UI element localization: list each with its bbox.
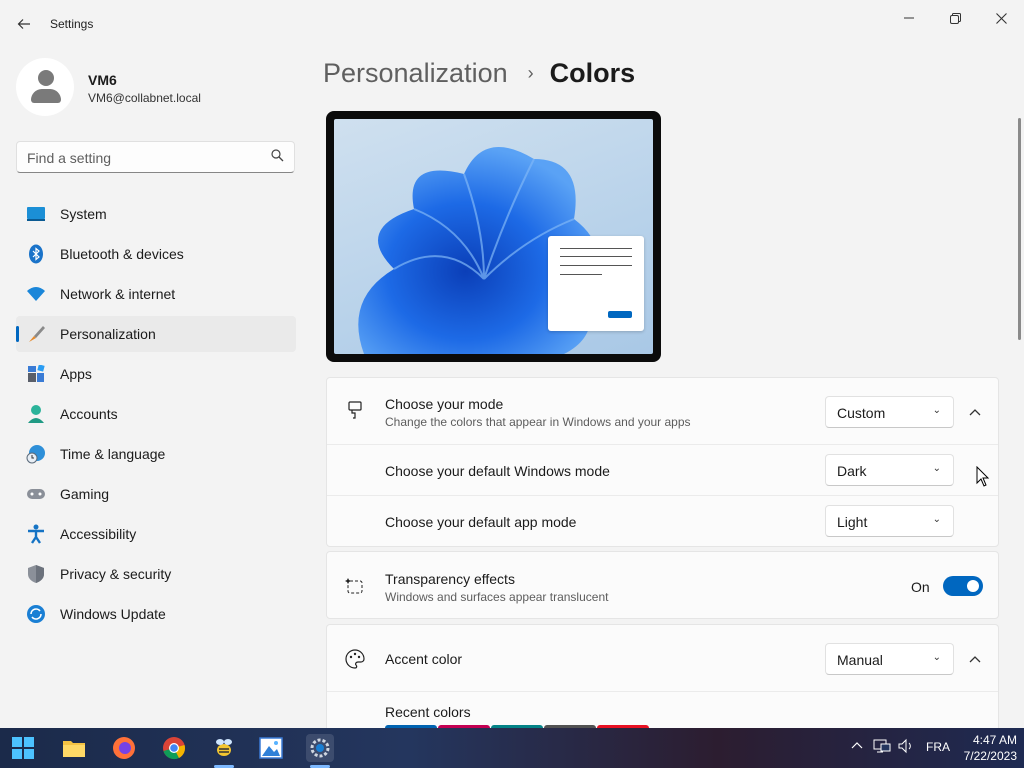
settings-icon[interactable] — [306, 734, 334, 762]
language-indicator[interactable]: FRA — [926, 740, 950, 754]
sidebar-item-system[interactable]: System — [16, 196, 296, 232]
taskbar: FRA 4:47 AM 7/22/2023 — [0, 728, 1024, 768]
transparency-subtitle: Windows and surfaces appear translucent — [385, 590, 609, 604]
minimize-icon — [904, 17, 914, 19]
app-mode-label: Choose your default app mode — [385, 514, 577, 530]
bluetooth-icon — [26, 244, 46, 264]
accent-dropdown[interactable]: Manual ⌄ — [825, 643, 954, 675]
windows-mode-dropdown[interactable]: Dark ⌄ — [825, 454, 954, 486]
mode-dropdown[interactable]: Custom ⌄ — [825, 396, 954, 428]
wifi-icon — [26, 284, 46, 304]
chevron-up-icon[interactable] — [851, 739, 863, 754]
collapse-chevron-icon[interactable] — [965, 402, 985, 422]
close-icon — [995, 12, 1007, 24]
close-button[interactable] — [978, 4, 1024, 32]
person-icon — [26, 404, 46, 424]
avatar — [16, 58, 74, 116]
paint-bucket-icon — [345, 400, 365, 420]
title-bar: Settings — [0, 0, 1024, 48]
sidebar-item-accessibility[interactable]: Accessibility — [16, 516, 296, 552]
maximize-button[interactable] — [932, 4, 978, 32]
system-icon — [26, 204, 46, 224]
accent-color-title: Accent color — [385, 651, 463, 667]
transparency-icon — [345, 576, 365, 596]
search-placeholder: Find a setting — [27, 150, 112, 166]
mode-card: Choose your mode Change the colors that … — [326, 377, 999, 547]
start-icon[interactable] — [9, 734, 37, 762]
network-icon[interactable] — [873, 738, 891, 757]
update-icon — [26, 604, 46, 624]
sidebar-item-bluetooth[interactable]: Bluetooth & devices — [16, 236, 296, 272]
accent-color-row[interactable]: Accent color Manual ⌄ — [327, 625, 998, 692]
sidebar-item-network[interactable]: Network & internet — [16, 276, 296, 312]
palette-icon — [345, 649, 365, 669]
collapse-chevron-icon[interactable] — [965, 649, 985, 669]
sidebar-item-apps[interactable]: Apps — [16, 356, 296, 392]
bee-app-icon[interactable] — [210, 734, 238, 762]
choose-mode-row[interactable]: Choose your mode Change the colors that … — [327, 378, 998, 445]
volume-icon[interactable] — [898, 738, 914, 757]
search-icon — [271, 149, 284, 165]
breadcrumb-parent[interactable]: Personalization — [323, 58, 508, 89]
choose-mode-title: Choose your mode — [385, 396, 504, 412]
shield-icon — [26, 564, 46, 584]
file-explorer-icon[interactable] — [60, 734, 88, 762]
chevron-down-icon: ⌄ — [932, 514, 941, 525]
photo-app-icon[interactable] — [257, 734, 285, 762]
app-title: Settings — [50, 17, 94, 31]
accent-card: Accent color Manual ⌄ Recent colors — [326, 624, 999, 734]
transparency-card: Transparency effects Windows and surface… — [326, 551, 999, 619]
recent-colors-label: Recent colors — [385, 704, 471, 720]
user-profile[interactable]: VM6 VM6@collabnet.local — [16, 58, 296, 118]
taskbar-clock[interactable]: 4:47 AM 7/22/2023 — [955, 732, 1017, 764]
breadcrumb: Personalization › Colors — [323, 58, 635, 89]
search-input[interactable]: Find a setting — [16, 141, 295, 173]
app-mode-dropdown[interactable]: Light ⌄ — [825, 505, 954, 537]
sidebar-item-privacy[interactable]: Privacy & security — [16, 556, 296, 592]
windows-mode-row: Choose your default Windows mode Dark ⌄ — [327, 445, 998, 496]
gamepad-icon — [26, 484, 46, 504]
apps-icon — [26, 364, 46, 384]
transparency-toggle[interactable] — [943, 576, 983, 596]
chevron-down-icon: ⌄ — [932, 463, 941, 474]
preview-window — [548, 236, 644, 331]
clock-date: 7/22/2023 — [963, 749, 1017, 763]
sidebar-item-time-language[interactable]: Time & language — [16, 436, 296, 472]
transparency-title: Transparency effects — [385, 571, 515, 587]
firefox-icon[interactable] — [110, 734, 138, 762]
minimize-button[interactable] — [886, 4, 932, 32]
sidebar-item-personalization[interactable]: Personalization — [16, 316, 296, 352]
chevron-down-icon: ⌄ — [932, 405, 941, 416]
transparency-state-label: On — [911, 579, 930, 595]
chevron-down-icon: ⌄ — [932, 652, 941, 663]
sidebar-item-windows-update[interactable]: Windows Update — [16, 596, 296, 632]
scrollbar[interactable] — [1018, 118, 1021, 340]
sidebar-nav: System Bluetooth & devices Network & int… — [16, 196, 296, 636]
clock-time: 4:47 AM — [972, 733, 1017, 747]
back-button[interactable] — [10, 10, 38, 38]
accessibility-icon — [26, 524, 46, 544]
windows-mode-label: Choose your default Windows mode — [385, 463, 610, 479]
theme-preview — [326, 111, 661, 362]
back-arrow-icon — [17, 19, 30, 29]
user-email: VM6@collabnet.local — [88, 91, 201, 105]
globe-clock-icon — [26, 444, 46, 464]
restore-icon — [949, 12, 961, 24]
sidebar-item-gaming[interactable]: Gaming — [16, 476, 296, 512]
app-mode-row: Choose your default app mode Light ⌄ — [327, 496, 998, 546]
chrome-icon[interactable] — [160, 734, 188, 762]
paintbrush-icon — [26, 324, 46, 344]
breadcrumb-separator: › — [527, 63, 534, 83]
user-name: VM6 — [88, 72, 117, 88]
choose-mode-subtitle: Change the colors that appear in Windows… — [385, 415, 691, 429]
sidebar-item-accounts[interactable]: Accounts — [16, 396, 296, 432]
wallpaper-preview — [334, 119, 653, 354]
mouse-cursor-icon — [976, 466, 990, 487]
page-title: Colors — [549, 58, 636, 88]
